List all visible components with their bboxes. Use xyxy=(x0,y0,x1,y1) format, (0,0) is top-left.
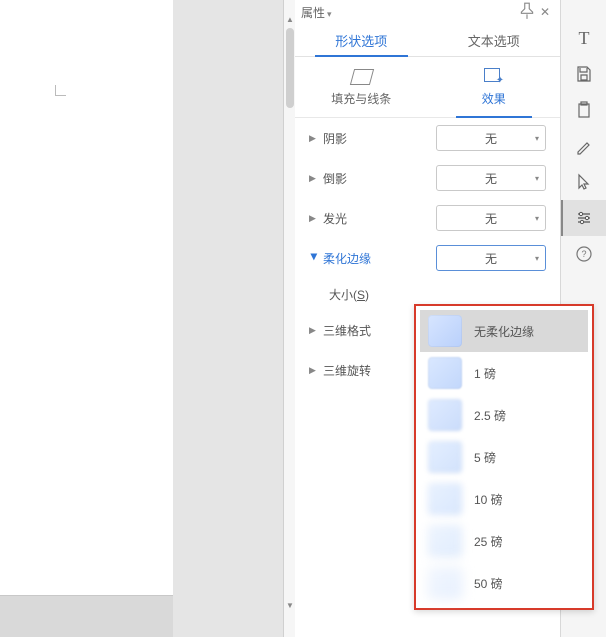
softedge-option-1pt[interactable]: 1 磅 xyxy=(420,352,588,394)
scroll-down-icon[interactable]: ▼ xyxy=(286,600,294,610)
softedge-option-label: 无柔化边缘 xyxy=(474,323,580,340)
glow-combo[interactable]: 无 ▾ xyxy=(436,205,546,231)
softedge-option-25pt[interactable]: 25 磅 xyxy=(420,520,588,562)
section-shadow-label: 阴影 xyxy=(319,130,436,147)
app-root: ▲ ▼ 属性▾ ✕ 形状选项 文本选项 xyxy=(0,0,606,637)
shadow-combo[interactable]: 无 ▾ xyxy=(436,125,546,151)
combo-caret-icon: ▾ xyxy=(535,254,539,263)
combo-caret-icon: ▾ xyxy=(535,134,539,143)
toolbar-select-icon[interactable] xyxy=(561,164,606,200)
subtab-effects[interactable]: ✦ 效果 xyxy=(428,57,561,117)
combo-caret-icon: ▾ xyxy=(535,174,539,183)
softedge-swatch-icon xyxy=(428,567,462,599)
size-suffix: ) xyxy=(365,288,369,302)
section-glow-label: 发光 xyxy=(319,210,436,227)
collapse-arrow-icon: ▶ xyxy=(309,213,319,224)
softedge-option-50pt[interactable]: 50 磅 xyxy=(420,562,588,604)
softedge-option-label: 25 磅 xyxy=(474,533,580,550)
softedge-option-label: 10 磅 xyxy=(474,491,580,508)
softedge-size-label: 大小(S) xyxy=(329,286,369,303)
softedge-option-label: 50 磅 xyxy=(474,575,580,592)
collapse-arrow-icon: ▶ xyxy=(309,365,319,376)
toolbar-clipboard-icon[interactable] xyxy=(561,92,606,128)
size-hotkey: S xyxy=(357,288,365,302)
section-soft-edges[interactable]: ▶ 柔化边缘 无 ▾ xyxy=(295,238,560,278)
pen-icon xyxy=(575,137,593,155)
clipboard-icon xyxy=(575,101,593,119)
close-icon[interactable]: ✕ xyxy=(536,5,554,19)
softedge-option-none[interactable]: 无柔化边缘 xyxy=(420,310,588,352)
panel-subtabs: 填充与线条 ✦ 效果 xyxy=(295,57,560,118)
reflection-combo-value: 无 xyxy=(485,170,497,187)
softedge-combo[interactable]: 无 ▾ xyxy=(436,245,546,271)
softedge-swatch-icon xyxy=(428,441,462,473)
subtab-effect-label: 效果 xyxy=(482,90,506,107)
panel-title: 属性▾ xyxy=(301,4,518,21)
effects-icon: ✦ xyxy=(482,68,506,86)
section-glow[interactable]: ▶ 发光 无 ▾ xyxy=(295,198,560,238)
reflection-combo[interactable]: 无 ▾ xyxy=(436,165,546,191)
softedge-option-label: 2.5 磅 xyxy=(474,407,580,424)
toolbar-text-tool[interactable]: T xyxy=(561,20,606,56)
cursor-icon xyxy=(575,173,593,191)
collapse-arrow-icon: ▶ xyxy=(309,133,319,144)
softedge-option-2-5pt[interactable]: 2.5 磅 xyxy=(420,394,588,436)
toolbar-pen-icon[interactable] xyxy=(561,128,606,164)
collapse-arrow-icon: ▶ xyxy=(309,173,319,184)
subtab-fill-line[interactable]: 填充与线条 xyxy=(295,57,428,117)
combo-caret-icon: ▾ xyxy=(535,214,539,223)
softedge-swatch-icon xyxy=(428,315,462,347)
softedge-option-10pt[interactable]: 10 磅 xyxy=(420,478,588,520)
section-shadow[interactable]: ▶ 阴影 无 ▾ xyxy=(295,118,560,158)
section-reflection[interactable]: ▶ 倒影 无 ▾ xyxy=(295,158,560,198)
softedge-dropdown-popup: 无柔化边缘 1 磅 2.5 磅 5 磅 10 磅 25 磅 50 磅 xyxy=(414,304,594,610)
document-page[interactable] xyxy=(0,0,174,596)
panel-header: 属性▾ ✕ xyxy=(295,0,560,24)
panel-title-caret-icon[interactable]: ▾ xyxy=(327,9,332,19)
softedge-swatch-icon xyxy=(428,525,462,557)
scroll-up-icon[interactable]: ▲ xyxy=(286,14,294,24)
softedge-option-label: 1 磅 xyxy=(474,365,580,382)
expand-arrow-icon: ▶ xyxy=(309,253,320,263)
panel-tabs: 形状选项 文本选项 xyxy=(295,24,560,57)
sliders-icon xyxy=(575,209,593,227)
collapse-arrow-icon: ▶ xyxy=(309,325,319,336)
softedge-swatch-icon xyxy=(428,483,462,515)
help-icon: ? xyxy=(575,245,593,263)
document-area xyxy=(0,0,173,637)
svg-text:?: ? xyxy=(581,249,586,259)
softedge-swatch-icon xyxy=(428,399,462,431)
section-softedge-label: 柔化边缘 xyxy=(319,250,436,267)
softedge-swatch-icon xyxy=(428,357,462,389)
canvas-background xyxy=(173,0,283,637)
pin-icon[interactable] xyxy=(518,2,536,23)
section-reflection-label: 倒影 xyxy=(319,170,436,187)
scrollbar-thumb[interactable] xyxy=(286,28,294,108)
fill-line-icon xyxy=(349,68,373,86)
tab-shape-label: 形状选项 xyxy=(335,31,387,50)
softedge-combo-value: 无 xyxy=(485,250,497,267)
softedge-option-5pt[interactable]: 5 磅 xyxy=(420,436,588,478)
toolbar-save-icon[interactable] xyxy=(561,56,606,92)
toolbar-help-icon[interactable]: ? xyxy=(561,236,606,272)
softedge-option-label: 5 磅 xyxy=(474,449,580,466)
subtab-fill-label: 填充与线条 xyxy=(331,90,391,107)
panel-title-text: 属性 xyxy=(301,6,325,20)
page-margin-marker xyxy=(55,85,66,96)
save-icon xyxy=(575,65,593,83)
size-prefix: 大小( xyxy=(329,288,357,302)
glow-combo-value: 无 xyxy=(485,210,497,227)
shadow-combo-value: 无 xyxy=(485,130,497,147)
tab-shape-options[interactable]: 形状选项 xyxy=(295,24,428,56)
text-tool-icon: T xyxy=(579,28,590,49)
toolbar-settings-icon[interactable] xyxy=(561,200,606,236)
tab-text-label: 文本选项 xyxy=(468,31,520,50)
tab-text-options[interactable]: 文本选项 xyxy=(428,24,561,56)
